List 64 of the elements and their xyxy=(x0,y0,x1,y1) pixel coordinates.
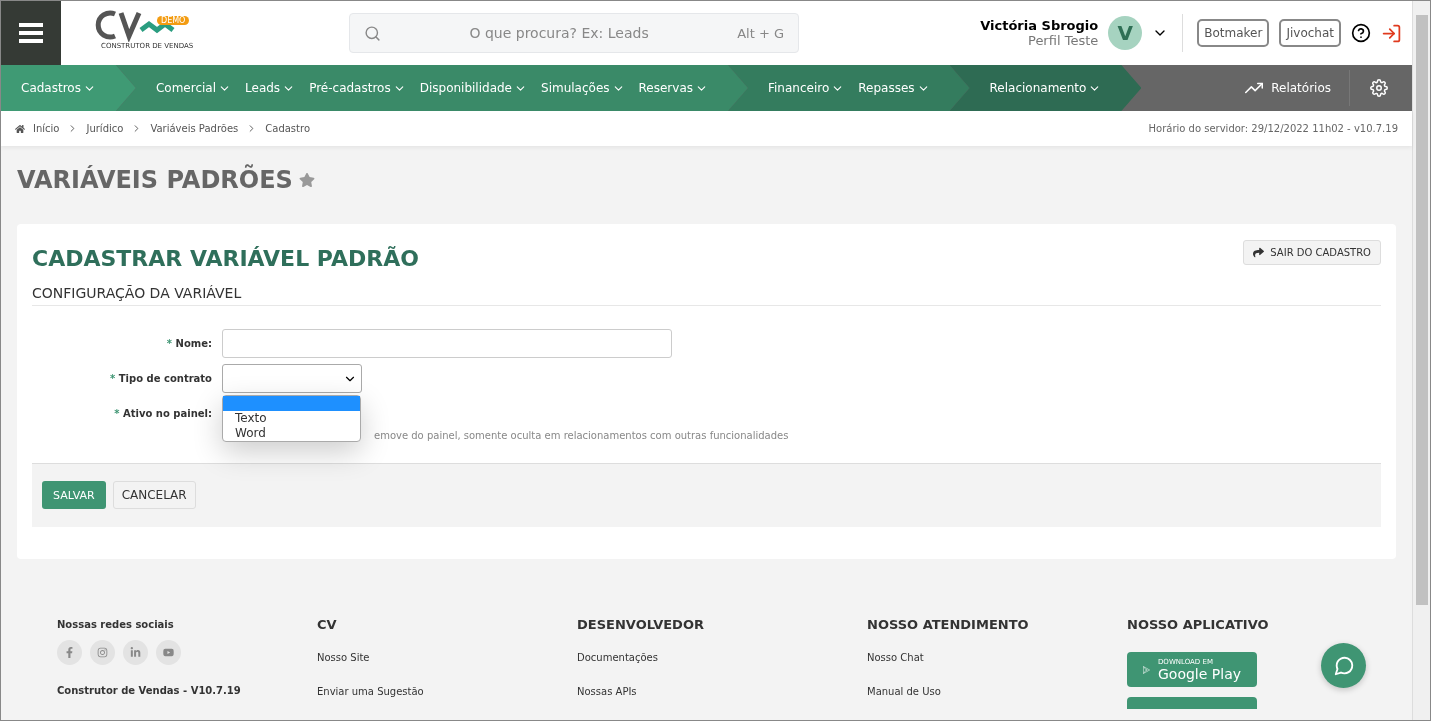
save-button[interactable]: SALVAR xyxy=(42,481,106,509)
footer-link[interactable]: Enviar uma Sugestão xyxy=(317,686,577,697)
footer-heading: CV xyxy=(317,617,338,632)
footer-link[interactable]: Manual de Uso xyxy=(867,686,1127,697)
cancel-button[interactable]: CANCELAR xyxy=(112,481,196,509)
reports-link[interactable]: Relatórios xyxy=(1227,70,1350,106)
name-input[interactable] xyxy=(222,329,672,358)
nav-menu-item[interactable]: Disponibilidade xyxy=(419,81,527,95)
nav-menu-item[interactable]: Relacionamento xyxy=(989,81,1102,95)
scrollbar[interactable] xyxy=(1412,1,1430,720)
nav-menu-item[interactable]: Pré-cadastros xyxy=(309,81,406,95)
nav-menu-item[interactable]: Financeiro xyxy=(768,81,845,95)
nav-menu-item[interactable]: Comercial xyxy=(155,81,232,95)
chat-button[interactable] xyxy=(1321,643,1366,688)
user-profile: Perfil Teste xyxy=(1028,33,1099,48)
field-label: * Nome: xyxy=(165,338,212,349)
home-icon xyxy=(15,123,25,134)
user-avatar[interactable]: V xyxy=(1108,16,1143,50)
user-name: Victória Sbrogio xyxy=(980,18,1099,33)
footer-link[interactable]: Nosso Site xyxy=(317,652,577,663)
footer-link[interactable]: Documentações xyxy=(577,652,867,663)
footer-heading: DESENVOLVEDOR xyxy=(577,617,705,632)
section-title: CONFIGURAÇÃO DA VARIÁVEL xyxy=(32,271,1381,306)
breadcrumb-link[interactable]: Cadastro xyxy=(265,123,310,134)
version-text: Construtor de Vendas - V10.7.19 xyxy=(57,685,242,696)
nav-menu-item[interactable]: Reservas xyxy=(638,81,708,95)
nav-menu-item[interactable]: Simulações xyxy=(541,81,625,95)
page-title: VARIÁVEIS PADRÕES xyxy=(17,166,293,194)
breadcrumb-link[interactable]: Jurídico xyxy=(86,123,124,134)
help-text: emove do painel, somente oculta em relacionamentos com outras funcionalidades xyxy=(374,430,789,441)
footer-link[interactable]: Nossas APIs xyxy=(577,686,867,697)
dropdown-option[interactable]: Word xyxy=(223,426,360,441)
chat-button[interactable]: Jivochat xyxy=(1279,19,1341,47)
breadcrumb-link[interactable]: Variáveis Padrões xyxy=(150,123,239,134)
footer-heading: NOSSO ATENDIMENTO xyxy=(867,617,1030,632)
linkedin-icon[interactable] xyxy=(123,640,148,665)
footer-heading: NOSSO APLICATIVO xyxy=(1127,617,1270,632)
exit-button[interactable]: SAIR DO CADASTRO xyxy=(1243,240,1381,265)
settings-icon[interactable] xyxy=(1370,79,1388,97)
help-icon[interactable] xyxy=(1351,23,1371,43)
server-time: Horário do servidor: 29/12/2022 11h02 - v10.7.19 xyxy=(1148,123,1398,134)
dropdown-option[interactable]: Texto xyxy=(223,411,360,426)
youtube-icon[interactable] xyxy=(156,640,181,665)
chat-button[interactable]: Botmaker xyxy=(1197,19,1270,47)
facebook-icon[interactable] xyxy=(57,640,82,665)
field-label: * Ativo no painel: xyxy=(113,408,212,419)
footer-link[interactable]: Nosso Chat xyxy=(867,652,1127,663)
field-label: * Tipo de contrato xyxy=(109,373,212,384)
chat-bubble-icon xyxy=(1332,654,1355,677)
instagram-icon[interactable] xyxy=(90,640,115,665)
breadcrumb-link[interactable]: Início xyxy=(33,123,60,134)
form-title: CADASTRAR VARIÁVEL PADRÃO xyxy=(32,246,419,271)
nav-menu-item[interactable]: Leads xyxy=(245,81,296,95)
footer-heading: Nossas redes sociais xyxy=(57,619,175,630)
nav-menu-item[interactable]: Repasses xyxy=(858,81,930,95)
contract-type-select[interactable] xyxy=(222,364,362,393)
shortcut-hint: Alt + G xyxy=(737,25,784,41)
menu-button[interactable] xyxy=(1,1,61,65)
demo-badge: DEMO xyxy=(157,16,190,25)
logout-icon[interactable] xyxy=(1381,22,1402,44)
search-icon xyxy=(364,24,381,42)
search-input[interactable]: O que procura? Ex: Leads xyxy=(381,24,738,42)
share-arrow-icon xyxy=(1253,247,1265,258)
star-icon[interactable] xyxy=(298,172,315,188)
